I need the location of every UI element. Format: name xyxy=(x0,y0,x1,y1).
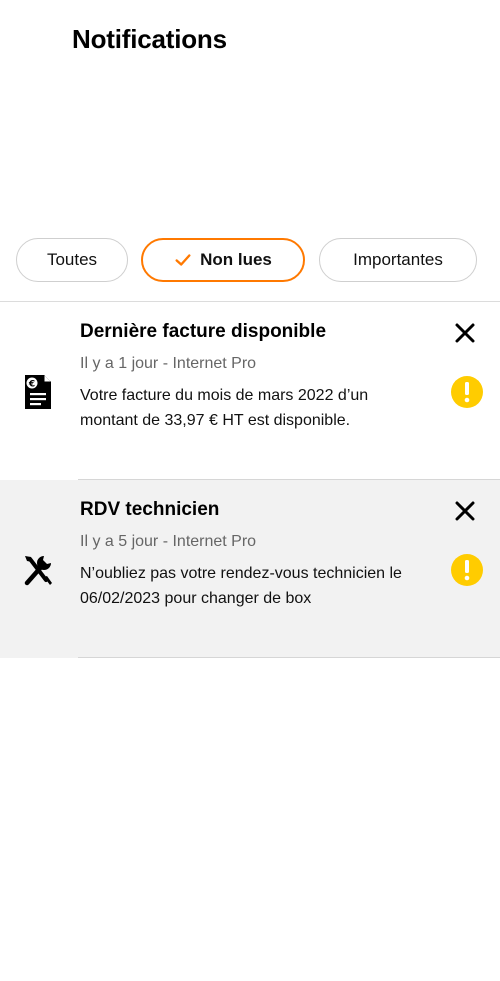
important-alert-icon xyxy=(451,554,483,586)
filter-unread-label: Non lues xyxy=(200,250,272,269)
notification-body: Votre facture du mois de mars 2022 d’un … xyxy=(80,387,369,429)
notification-meta: Il y a 1 jour - Internet Pro xyxy=(80,355,257,372)
filter-important-button[interactable]: Importantes xyxy=(319,238,477,282)
notification-title: RDV technicien xyxy=(80,499,220,520)
notification-body: N’oubliez pas votre rendez-vous technici… xyxy=(80,565,402,607)
notification-meta: Il y a 5 jour - Internet Pro xyxy=(80,533,257,550)
svg-text:€: € xyxy=(28,380,35,390)
notification-item[interactable]: RDV technicien Il y a 5 jour - Internet … xyxy=(0,480,500,658)
filter-all-button[interactable]: Toutes xyxy=(16,238,128,282)
tools-icon xyxy=(24,556,52,586)
invoice-icon: € xyxy=(25,375,51,409)
notification-title: Dernière facture disponible xyxy=(80,321,327,342)
page-title: Notifications xyxy=(72,24,227,54)
notification-item[interactable]: € Dernière facture disponible Il y a 1 j… xyxy=(0,302,500,480)
important-alert-icon xyxy=(451,376,483,408)
close-icon[interactable] xyxy=(452,320,478,346)
close-icon[interactable] xyxy=(452,498,478,524)
check-icon xyxy=(175,254,191,266)
filter-all-label: Toutes xyxy=(46,250,98,269)
filter-unread-button[interactable]: Non lues xyxy=(141,238,305,282)
row-divider xyxy=(78,657,500,658)
filter-important-label: Importantes xyxy=(353,250,443,269)
filter-bar: Toutes Non lues Importantes xyxy=(16,238,484,282)
